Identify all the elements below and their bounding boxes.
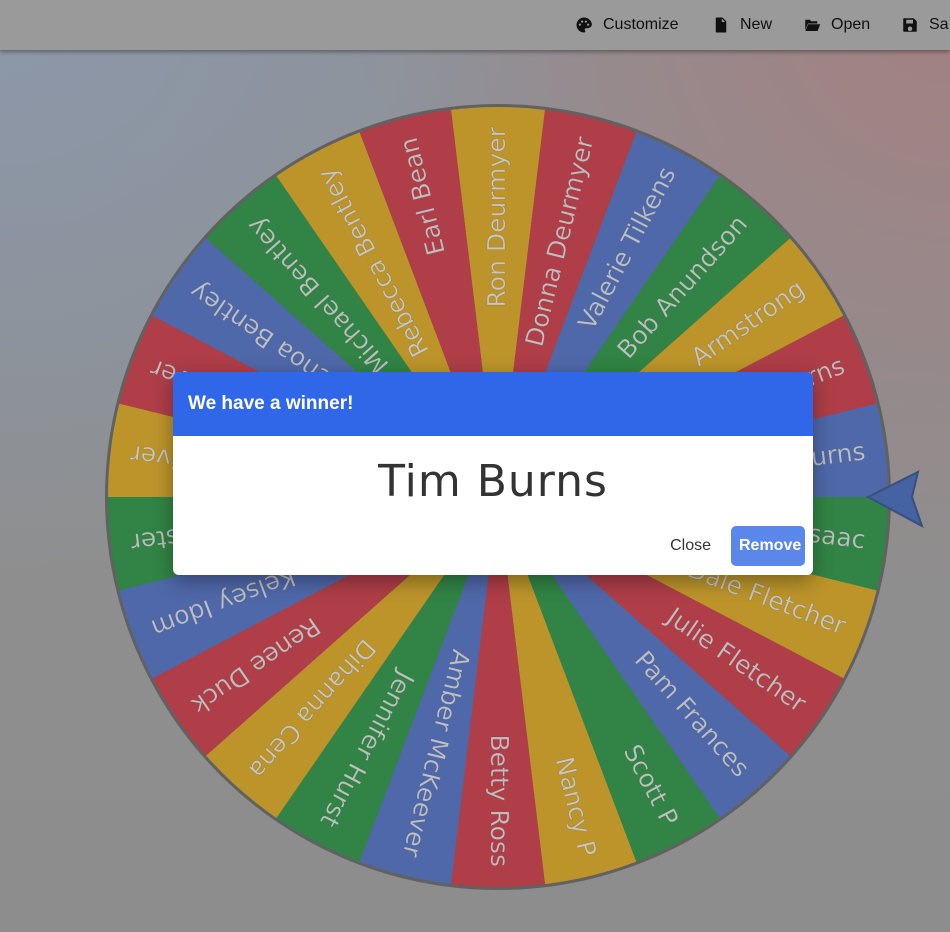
remove-button[interactable]: Remove	[731, 526, 805, 566]
winner-name: Tim Burns	[378, 456, 608, 507]
palette-icon	[576, 17, 592, 33]
toolbar: Customize New Open Sa	[0, 0, 950, 50]
winner-dialog: We have a winner! Tim Burns Close Remove	[173, 372, 813, 575]
new-label: New	[740, 16, 773, 33]
customize-button[interactable]: Customize	[575, 0, 679, 50]
save-label: Sa	[929, 16, 949, 33]
close-button[interactable]: Close	[650, 527, 731, 565]
save-button[interactable]: Sa	[901, 0, 949, 50]
folder-open-icon	[804, 19, 821, 31]
open-label: Open	[831, 16, 871, 33]
new-button[interactable]: New	[712, 0, 772, 50]
customize-label: Customize	[603, 16, 679, 33]
dialog-actions: Close Remove	[650, 526, 805, 566]
open-button[interactable]: Open	[803, 0, 870, 50]
save-icon	[903, 18, 917, 32]
dialog-title: We have a winner!	[173, 372, 813, 436]
file-icon	[715, 17, 727, 33]
